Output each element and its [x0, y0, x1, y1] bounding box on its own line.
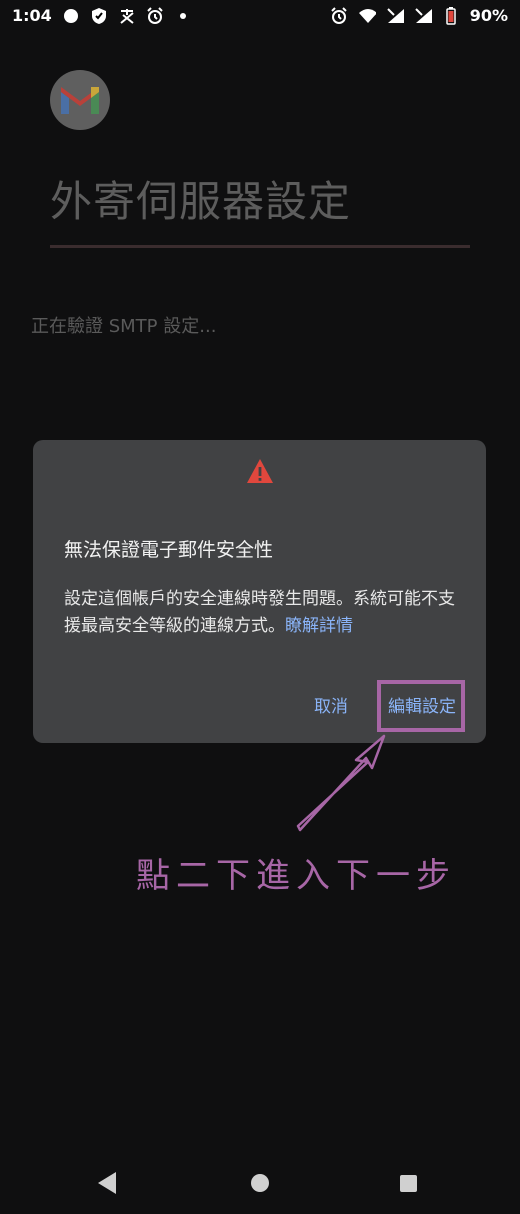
navigation-bar: [0, 1150, 520, 1214]
recents-icon[interactable]: [400, 1175, 417, 1192]
home-icon[interactable]: [251, 1174, 269, 1192]
annotation-arrow: [296, 734, 386, 832]
annotation-text: 點二下進入下一步: [136, 856, 456, 896]
back-icon[interactable]: [98, 1172, 116, 1194]
